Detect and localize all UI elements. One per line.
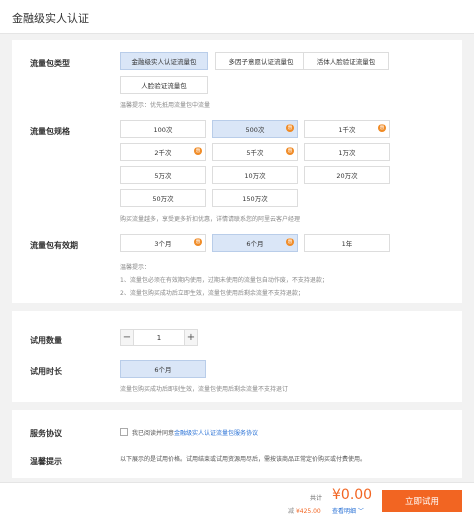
quantity-stepper: − 1 + xyxy=(120,329,198,346)
spec-1k[interactable]: 1千次惠 xyxy=(304,120,390,138)
total-label: 共计 xyxy=(310,495,323,502)
try-now-button[interactable]: 立即试用 xyxy=(382,490,462,512)
spec-50k[interactable]: 5万次 xyxy=(120,166,206,184)
spec-2k[interactable]: 2千次惠 xyxy=(120,143,206,161)
validity-hint-title: 温馨提示： xyxy=(120,264,151,271)
package-type-hint: 温馨提示：优先抵用流量包中流量 xyxy=(120,102,211,109)
trial-hint: 流量包购买成功后即刻生效，流量包使用后剩余流量不支持退订 xyxy=(120,386,289,393)
option-face-package[interactable]: 人脸验证流量包 xyxy=(120,76,208,94)
validity-3-months[interactable]: 3个月惠 xyxy=(120,234,206,252)
trial-quantity-label: 试用数量 xyxy=(30,336,62,345)
agreement-panel: 服务协议 我已阅读并同意金融级实人认证流量包服务协议 温馨提示 以下展示的是试用… xyxy=(12,410,462,478)
discount-tag-icon: 惠 xyxy=(194,147,202,155)
quantity-increase-button[interactable]: + xyxy=(184,329,198,346)
view-details-link[interactable]: 查看明细 ﹀ xyxy=(332,506,364,515)
package-spec-hint: 购买流量越多，享受更多折扣优惠，详情请联系您的阿里云客户经理 xyxy=(120,216,301,223)
page-title: 金融级实人认证 xyxy=(12,12,89,25)
validity-hint-1: 1、流量包必须在有效期内使用，过期未使用的流量包自动作废，不支持退款； xyxy=(120,277,328,284)
trial-panel: 试用数量 − 1 + 试用时长 6个月 流量包购买成功后即刻生效，流量包使用后剩… xyxy=(12,311,462,402)
spec-100[interactable]: 100次 xyxy=(120,120,206,138)
validity-6-months[interactable]: 6个月惠 xyxy=(212,234,298,252)
discount-amount: 减 ¥425.00 xyxy=(288,508,321,515)
trial-duration-6-months[interactable]: 6个月 xyxy=(120,360,206,378)
option-financial-package[interactable]: 金融级实人认证流量包 xyxy=(120,52,208,70)
discount-tag-icon: 惠 xyxy=(286,147,294,155)
spec-10k[interactable]: 1万次 xyxy=(304,143,390,161)
quantity-decrease-button[interactable]: − xyxy=(120,329,134,346)
validity-1-year[interactable]: 1年 xyxy=(304,234,390,252)
page-header: 金融级实人认证 xyxy=(0,0,474,34)
agreement-text: 我已阅读并同意金融级实人认证流量包服务协议 xyxy=(132,430,259,437)
option-multifactor-package[interactable]: 多因子意愿认证流量包 xyxy=(215,52,307,70)
trial-duration-label: 试用时长 xyxy=(30,367,62,376)
notice-label: 温馨提示 xyxy=(30,457,62,466)
discount-tag-icon: 惠 xyxy=(378,124,386,132)
agreement-label: 服务协议 xyxy=(30,429,62,438)
order-footer: 共计 ¥0.00 减 ¥425.00 查看明细 ﹀ 立即试用 xyxy=(0,482,474,518)
spec-5k[interactable]: 5千次惠 xyxy=(212,143,298,161)
agreement-link[interactable]: 金融级实人认证流量包服务协议 xyxy=(174,430,258,437)
total-price: ¥0.00 xyxy=(332,487,373,503)
spec-500[interactable]: 500次惠 xyxy=(212,120,298,138)
spec-500k[interactable]: 50万次 xyxy=(120,189,206,207)
notice-text: 以下展示的是试用价格。试用结束或试用资源用尽后，需按该商品正常定价购买或付费使用… xyxy=(120,456,367,463)
discount-tag-icon: 惠 xyxy=(194,238,202,246)
agreement-checkbox[interactable] xyxy=(120,428,128,436)
discount-tag-icon: 惠 xyxy=(286,238,294,246)
config-panel: 流量包类型 金融级实人认证流量包 多因子意愿认证流量包 活体人脸验证流量包 人脸… xyxy=(12,40,462,303)
validity-hint-2: 2、流量包购买成功后立即生效，流量包使用后剩余流量不支持退款； xyxy=(120,290,304,297)
discount-tag-icon: 惠 xyxy=(286,124,294,132)
spec-100k[interactable]: 10万次 xyxy=(212,166,298,184)
package-type-label: 流量包类型 xyxy=(30,59,70,68)
quantity-value[interactable]: 1 xyxy=(134,329,184,346)
spec-200k[interactable]: 20万次 xyxy=(304,166,390,184)
package-spec-label: 流量包规格 xyxy=(30,127,70,136)
validity-label: 流量包有效期 xyxy=(30,241,78,250)
option-liveness-package[interactable]: 活体人脸验证流量包 xyxy=(303,52,389,70)
spec-1500k[interactable]: 150万次 xyxy=(212,189,298,207)
